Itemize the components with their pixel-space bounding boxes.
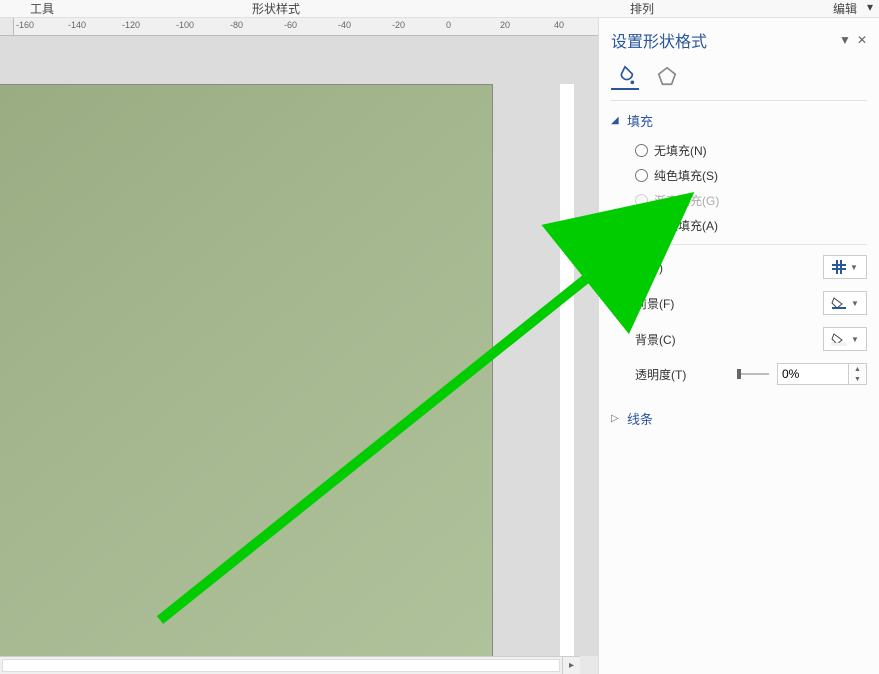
ruler-corner — [0, 18, 14, 36]
chevron-down-icon: ▼ — [851, 335, 859, 344]
background-color-dropdown[interactable]: ▼ — [823, 327, 867, 351]
transparency-spinbox[interactable]: ▲ ▼ — [777, 363, 867, 385]
spin-up-icon[interactable]: ▲ — [849, 364, 866, 374]
radio-no-fill[interactable]: 无填充(N) — [635, 138, 867, 163]
line-section-header[interactable]: ▷ 线条 — [611, 407, 867, 430]
ribbon-overflow-icon[interactable]: ▾ — [867, 0, 873, 14]
tab-effects-icon[interactable] — [653, 62, 681, 90]
background-row: 背景(C) ▼ — [635, 321, 867, 357]
scrollbar-track[interactable] — [2, 659, 560, 672]
panel-close-icon[interactable]: ✕ — [857, 33, 867, 47]
ruler-tick: -80 — [230, 20, 243, 30]
horizontal-scrollbar[interactable]: ▸ — [0, 656, 580, 674]
radio-input[interactable] — [635, 169, 648, 182]
ruler-tick: -60 — [284, 20, 297, 30]
canvas[interactable] — [0, 36, 598, 656]
background-label: 背景(C) — [635, 331, 676, 348]
radio-gradient-fill: 渐变填充(G) — [635, 188, 867, 213]
pattern-label: 式(P) — [635, 259, 663, 276]
ruler-tick: 40 — [554, 20, 564, 30]
ruler-tick: -160 — [16, 20, 34, 30]
page-edge — [560, 84, 574, 656]
paint-bucket-icon — [831, 296, 847, 310]
ruler-tick: -100 — [176, 20, 194, 30]
ruler-tick: -120 — [122, 20, 140, 30]
format-shape-panel: 设置形状格式 ▼ ✕ ◢ 填充 无填充(N) 纯色填充(S) — [598, 18, 879, 674]
expand-icon: ▷ — [611, 413, 621, 424]
horizontal-ruler[interactable]: -160 -140 -120 -100 -80 -60 -40 -20 0 20… — [14, 18, 598, 36]
fill-label: 填充 — [627, 111, 653, 130]
radio-input[interactable] — [635, 219, 648, 232]
chevron-down-icon: ▼ — [850, 263, 858, 272]
tab-fill-line-icon[interactable] — [611, 62, 639, 90]
radio-input[interactable] — [635, 144, 648, 157]
ruler-tick: 0 — [446, 20, 451, 30]
pattern-row: 式(P) ▼ — [635, 249, 867, 285]
transparency-row: 透明度(T) ▲ ▼ — [635, 357, 867, 391]
fill-section-header[interactable]: ◢ 填充 — [611, 109, 867, 132]
slider-thumb[interactable] — [737, 369, 741, 379]
radio-solid-fill[interactable]: 纯色填充(S) — [635, 163, 867, 188]
document-area: -160 -140 -120 -100 -80 -60 -40 -20 0 20… — [0, 18, 598, 674]
ruler-tick: 20 — [500, 20, 510, 30]
group-edit: 编辑 — [833, 0, 857, 17]
group-shape-style: 形状样式 — [252, 0, 300, 17]
line-section: ▷ 线条 — [599, 399, 879, 438]
fill-type-group: 无填充(N) 纯色填充(S) 渐变填充(G) 图案填充(A) — [611, 132, 867, 244]
pattern-dropdown[interactable]: ▼ — [823, 255, 867, 279]
pattern-properties: 式(P) ▼ 前景(F) ▼ 背景(C) ▼ — [611, 244, 867, 391]
transparency-input[interactable] — [778, 364, 848, 384]
transparency-label: 透明度(T) — [635, 366, 686, 383]
fill-section: ◢ 填充 无填充(N) 纯色填充(S) 渐变填充(G) 图案填充(A) — [599, 101, 879, 399]
radio-input — [635, 194, 648, 207]
top-ribbon-groups: 工具 形状样式 排列 编辑 ▾ — [0, 0, 879, 18]
collapse-icon: ◢ — [611, 115, 621, 126]
chevron-down-icon: ▼ — [851, 299, 859, 308]
foreground-label: 前景(F) — [635, 295, 674, 312]
group-arrange: 排列 — [630, 0, 654, 17]
spin-down-icon[interactable]: ▼ — [849, 374, 866, 384]
transparency-slider[interactable] — [737, 373, 769, 375]
paint-bucket-icon — [831, 332, 847, 346]
foreground-color-dropdown[interactable]: ▼ — [823, 291, 867, 315]
panel-tabs — [599, 56, 879, 100]
pattern-swatch-icon — [832, 260, 846, 274]
scroll-right-icon[interactable]: ▸ — [562, 657, 580, 674]
line-label: 线条 — [627, 409, 653, 428]
ruler-tick: -40 — [338, 20, 351, 30]
ruler-tick: -140 — [68, 20, 86, 30]
panel-menu-icon[interactable]: ▼ — [839, 33, 851, 47]
foreground-row: 前景(F) ▼ — [635, 285, 867, 321]
group-tools: 工具 — [30, 0, 54, 17]
radio-pattern-fill[interactable]: 图案填充(A) — [635, 213, 867, 238]
shape-rectangle[interactable] — [0, 84, 493, 656]
panel-title: 设置形状格式 — [611, 28, 707, 52]
ruler-tick: -20 — [392, 20, 405, 30]
